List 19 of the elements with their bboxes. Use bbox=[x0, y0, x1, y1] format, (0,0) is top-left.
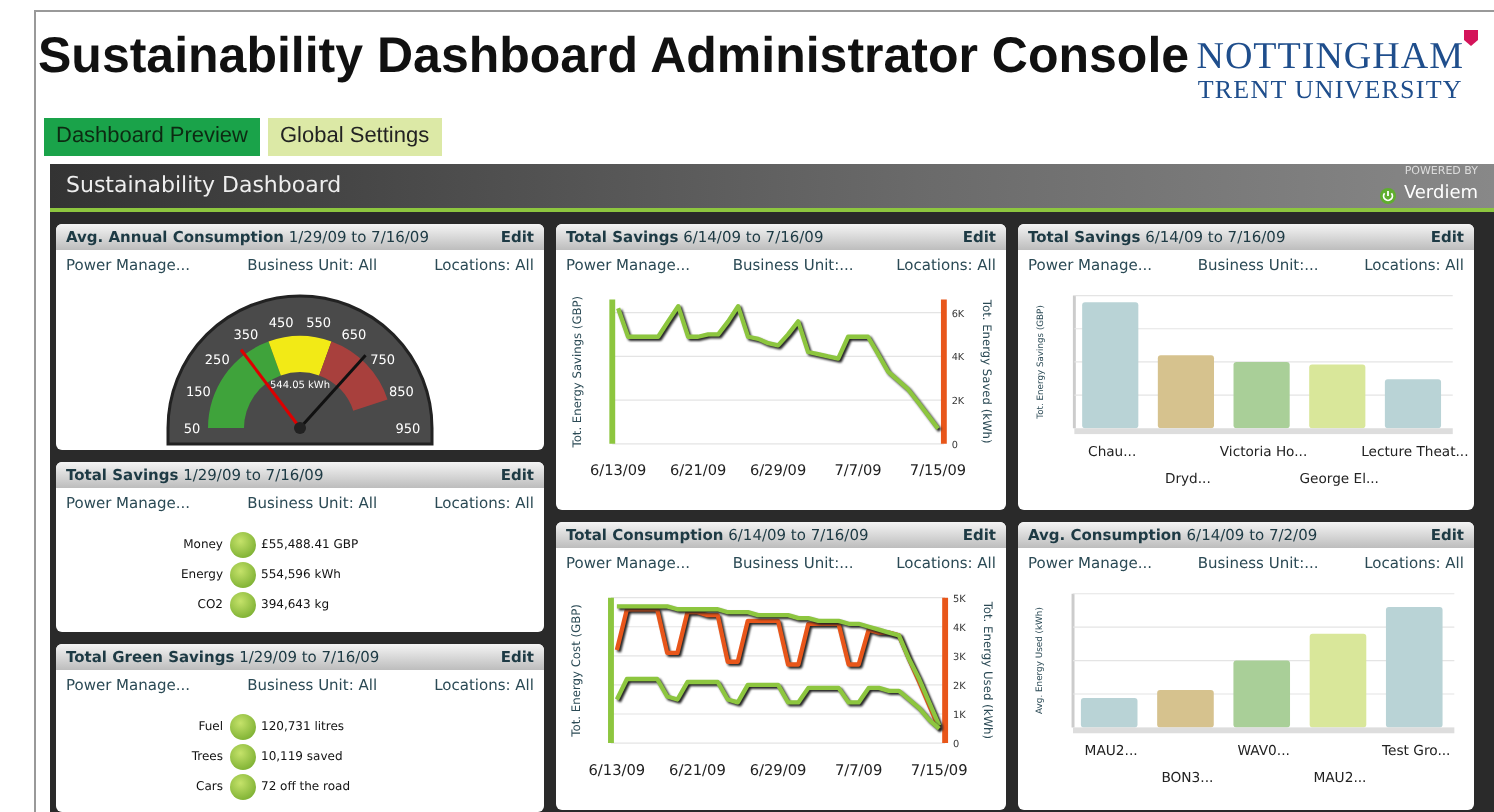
savings-icon bbox=[229, 562, 255, 589]
needle-hub bbox=[294, 422, 306, 435]
power-icon bbox=[1379, 187, 1396, 204]
crest-icon bbox=[1464, 30, 1478, 46]
savings-icon bbox=[229, 532, 255, 559]
tab[interactable]: Global Settings bbox=[268, 118, 442, 157]
logo-subtext: TRENT UNIVERSITY bbox=[1197, 76, 1463, 102]
logo-text: NOTTINGHAM bbox=[1196, 38, 1464, 76]
brand-name: Verdiem bbox=[1403, 186, 1478, 205]
dashboard-title: Sustainability Dashboard bbox=[66, 169, 342, 202]
savings-icon bbox=[229, 743, 255, 770]
savings-icon bbox=[229, 713, 255, 740]
axis-line bbox=[1071, 594, 1075, 728]
tab[interactable]: Dashboard Preview bbox=[44, 118, 260, 157]
savings-icon bbox=[229, 773, 255, 800]
needle bbox=[239, 349, 302, 430]
savings-icon bbox=[229, 592, 255, 619]
page-title: Sustainability Dashboard Administrator Console bbox=[38, 32, 1190, 82]
axis-line bbox=[1072, 295, 1076, 429]
